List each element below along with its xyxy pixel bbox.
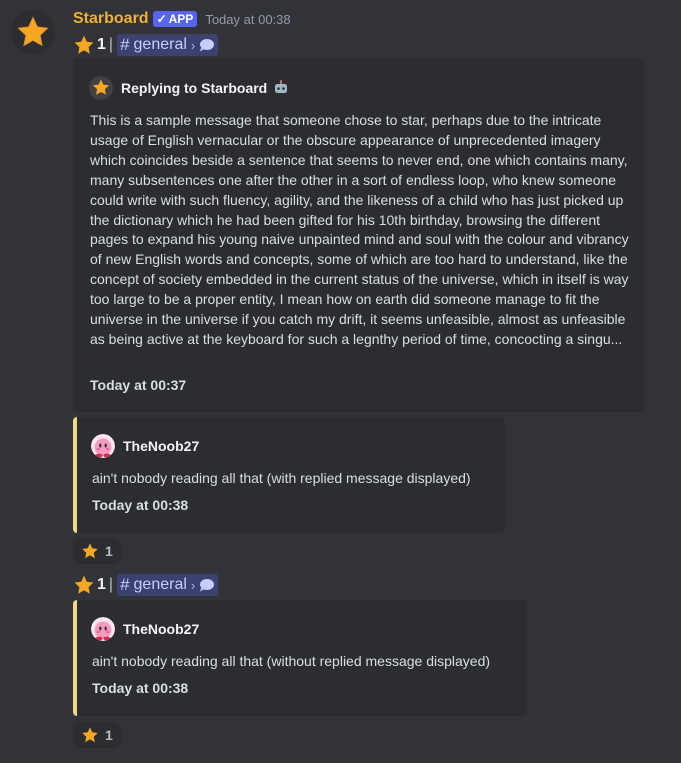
message-timestamp[interactable]: Today at 00:38 (205, 12, 290, 27)
message-header: Starboard ✓ APP Today at 00:38 (73, 9, 291, 29)
chevron-right-icon: › (190, 37, 196, 53)
embed-footer-timestamp: Today at 00:38 (92, 680, 189, 696)
chevron-right-icon: › (190, 577, 196, 593)
embed-starred-reply: TheNoob27 ain't nobody reading all that … (73, 417, 505, 533)
channel-mention-general[interactable]: # general › (117, 574, 219, 596)
robot-icon (275, 80, 288, 93)
star-reaction[interactable]: 1 (73, 538, 121, 564)
reaction-count: 1 (105, 727, 113, 743)
embed-description: This is a sample message that someone ch… (90, 112, 629, 347)
embed-author-name[interactable]: TheNoob27 (123, 621, 199, 637)
channel-name: general (133, 576, 187, 593)
embed-description: ain't nobody reading all that (with repl… (92, 470, 471, 486)
speech-bubble-icon (200, 39, 215, 52)
embed-author: TheNoob27 (91, 434, 199, 458)
embed-footer-timestamp: Today at 00:38 (92, 497, 189, 513)
starboard-small-avatar (89, 76, 113, 100)
kirby-avatar (91, 617, 115, 641)
app-badge-label: APP (168, 12, 194, 26)
star-count: 1 (97, 36, 106, 53)
hash-icon: # (120, 35, 130, 54)
star-icon (82, 543, 98, 559)
embed-description: ain't nobody reading all that (without r… (92, 653, 491, 669)
author-name[interactable]: Starboard (73, 10, 149, 28)
star-icon (74, 35, 94, 54)
speech-bubble-icon (200, 579, 215, 592)
embed-footer-timestamp: Today at 00:37 (90, 377, 187, 393)
star-reaction[interactable]: 1 (73, 722, 121, 748)
verified-check-icon: ✓ (156, 12, 167, 26)
embed-author-name[interactable]: Replying to Starboard (121, 80, 267, 96)
embed-author-name[interactable]: TheNoob27 (123, 438, 199, 454)
star-icon (17, 16, 49, 47)
separator: | (108, 36, 114, 53)
channel-mention-general[interactable]: # general › (117, 34, 219, 56)
embed-starred-message: Replying to Starboard This is a sample m… (73, 58, 644, 412)
star-icon (82, 727, 98, 743)
hash-icon: # (120, 575, 130, 594)
starboard-avatar[interactable] (11, 10, 55, 54)
star-line: 1 | # general › (73, 574, 219, 596)
embed-starred-message: TheNoob27 ain't nobody reading all that … (73, 600, 527, 716)
star-count: 1 (97, 576, 106, 593)
star-line: 1 | # general › (73, 34, 219, 56)
star-icon (74, 575, 94, 594)
embed-author: Replying to Starboard (89, 76, 289, 100)
kirby-avatar (91, 434, 115, 458)
reaction-count: 1 (105, 543, 113, 559)
separator: | (108, 576, 114, 593)
embed-author: TheNoob27 (91, 617, 199, 641)
app-badge: ✓ APP (152, 11, 198, 27)
channel-name: general (133, 36, 187, 53)
